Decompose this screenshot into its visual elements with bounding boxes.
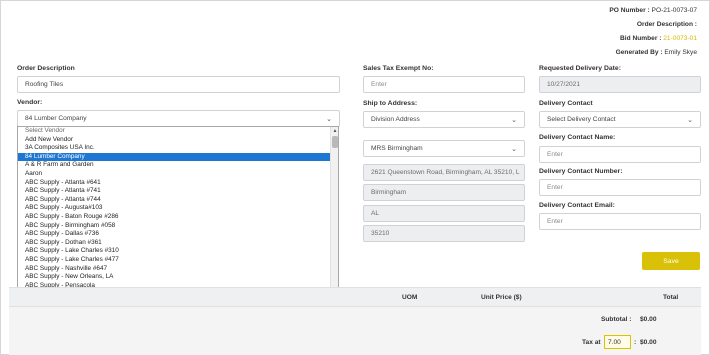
save-button[interactable]: Save	[642, 252, 700, 270]
column-uom: UOM	[402, 294, 418, 301]
location-select[interactable]: MRS Birmingham ⌄	[363, 140, 525, 157]
chevron-down-icon: ⌄	[511, 145, 517, 153]
delivery-contact-number-placeholder: Enter	[547, 184, 563, 191]
vendor-option[interactable]: ABC Supply - Dallas #736	[18, 230, 330, 239]
tax-colon: :	[634, 339, 637, 346]
tax-value: $0.00	[640, 339, 657, 346]
vendor-option[interactable]: ABC Supply - Dothan #361	[18, 239, 330, 248]
vendor-option[interactable]: ABC Supply - Birmingham #058	[18, 222, 330, 231]
delivery-contact-number-input[interactable]: Enter	[539, 179, 701, 196]
order-description-header-label: Order Description :	[636, 21, 697, 28]
delivery-contact-email-placeholder: Enter	[547, 218, 563, 225]
vendor-option[interactable]: ABC Supply - Baton Rouge #286	[18, 213, 330, 222]
vendor-option[interactable]: 3A Composites USA Inc.	[18, 144, 330, 153]
vendor-option[interactable]: ABC Supply - Atlanta #641	[18, 179, 330, 188]
scrollbar-thumb[interactable]	[332, 136, 338, 148]
ship-to-select[interactable]: Division Address ⌄	[363, 111, 525, 128]
sales-tax-input[interactable]: Enter	[363, 76, 525, 93]
vendor-select[interactable]: 84 Lumber Company ⌄	[17, 110, 340, 127]
po-page: PO Number : PO-21-0073-07 Order Descript…	[0, 0, 710, 355]
order-description-input[interactable]: Roofing Tiles	[17, 76, 340, 93]
vendor-option[interactable]: Aaron	[18, 170, 330, 179]
subtotal-value: $0.00	[640, 316, 657, 323]
requested-delivery-date-value: 10/27/2021	[547, 81, 581, 88]
delivery-contact-label: Delivery Contact	[539, 100, 593, 107]
delivery-contact-name-input[interactable]: Enter	[539, 146, 701, 163]
order-description-label: Order Description	[17, 65, 75, 72]
city-value: Birmingham	[371, 189, 407, 196]
tax-label: Tax at	[582, 339, 601, 346]
vendor-option[interactable]: A & R Farm and Garden	[18, 161, 330, 170]
vendor-dropdown-list[interactable]: Select Vendor Add New Vendor 3A Composites…	[17, 126, 339, 302]
scroll-up-icon[interactable]: ▲	[331, 127, 338, 135]
bid-number-label: Bid Number :	[620, 35, 662, 42]
vendor-option[interactable]: ABC Supply - New Orleans, LA	[18, 273, 330, 282]
city-field: Birmingham	[363, 184, 525, 201]
vendor-option[interactable]: ABC Supply - Augusta#103	[18, 204, 330, 213]
state-field: AL	[363, 205, 525, 222]
column-total: Total	[663, 294, 679, 301]
vendor-option[interactable]: Select Vendor	[18, 127, 330, 136]
items-table-footer	[9, 307, 701, 355]
delivery-contact-email-label: Delivery Contact Email:	[539, 202, 615, 209]
vendor-option[interactable]: ABC Supply - Atlanta #741	[18, 187, 330, 196]
delivery-contact-select[interactable]: Select Delivery Contact ⌄	[539, 111, 701, 128]
vendor-option[interactable]: ABC Supply - Nashville #647	[18, 265, 330, 274]
bid-number-value: 21-0073-01	[663, 35, 697, 42]
order-description-header: Order Description :	[637, 21, 697, 28]
order-description-value: Roofing Tiles	[25, 81, 64, 88]
ship-to-label: Ship to Address:	[363, 100, 418, 107]
ship-to-value: Division Address	[371, 116, 420, 123]
delivery-contact-name-label: Delivery Contact Name:	[539, 134, 616, 141]
sales-tax-label: Sales Tax Exempt No:	[363, 65, 434, 72]
po-number-value: PO-21-0073-07	[651, 7, 697, 14]
vendor-label: Vendor:	[17, 99, 43, 106]
delivery-contact-name-placeholder: Enter	[547, 151, 563, 158]
requested-delivery-date-input[interactable]: 10/27/2021	[539, 76, 701, 93]
vendor-option[interactable]: ABC Supply - Lake Charles #477	[18, 256, 330, 265]
address-value: 2621 Queenstown Road, Birmingham, AL 352…	[371, 169, 520, 176]
generated-by: Generated By : Emily Skye	[616, 49, 697, 56]
vendor-option[interactable]: 84 Lumber Company	[18, 152, 330, 162]
generated-by-value: Emily Skye	[664, 49, 697, 56]
delivery-contact-value: Select Delivery Contact	[547, 116, 616, 123]
requested-delivery-date-label: Requested Delivery Date:	[539, 65, 621, 72]
subtotal-label: Subtotal :	[601, 316, 632, 323]
bid-number: Bid Number : 21-0073-01	[620, 35, 697, 42]
items-table-header: UOM Unit Price ($) Total	[9, 287, 701, 307]
address-field: 2621 Queenstown Road, Birmingham, AL 352…	[363, 164, 525, 181]
vendor-option[interactable]: Add New Vendor	[18, 136, 330, 145]
vendor-options: Select Vendor Add New Vendor 3A Composites…	[18, 127, 330, 301]
vendor-option[interactable]: ABC Supply - Atlanta #744	[18, 196, 330, 205]
zip-value: 35210	[371, 230, 390, 237]
tax-rate-input[interactable]: 7.00	[604, 335, 631, 349]
column-unit-price: Unit Price ($)	[481, 294, 522, 301]
generated-by-label: Generated By :	[615, 49, 663, 56]
tax-rate-value: 7.00	[608, 338, 621, 346]
zip-field: 35210	[363, 225, 525, 242]
sales-tax-placeholder: Enter	[371, 81, 387, 88]
po-number: PO Number : PO-21-0073-07	[609, 7, 697, 14]
vendor-option[interactable]: ABC Supply - Lake Charles #310	[18, 247, 330, 256]
delivery-contact-number-label: Delivery Contact Number:	[539, 168, 623, 175]
po-number-label: PO Number :	[609, 7, 650, 14]
chevron-down-icon: ⌄	[326, 115, 332, 123]
delivery-contact-email-input[interactable]: Enter	[539, 213, 701, 230]
dropdown-scrollbar[interactable]: ▲ ▼	[330, 127, 338, 301]
location-select-value: MRS Birmingham	[371, 145, 423, 152]
state-value: AL	[371, 210, 380, 217]
chevron-down-icon: ⌄	[687, 116, 693, 124]
chevron-down-icon: ⌄	[511, 116, 517, 124]
vendor-select-value: 84 Lumber Company	[25, 115, 87, 122]
